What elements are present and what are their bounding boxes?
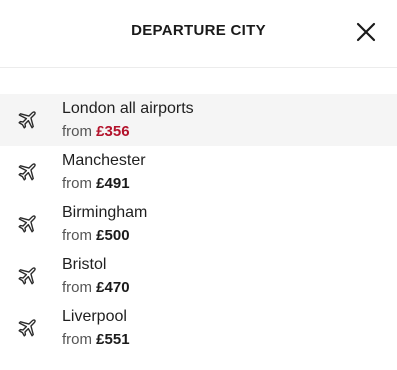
city-price: £500: [96, 227, 130, 244]
city-price: £551: [96, 331, 130, 348]
sheet-title: DEPARTURE CITY: [131, 22, 266, 39]
from-label: from: [62, 331, 92, 348]
city-name: Bristol: [62, 256, 107, 273]
city-option-birmingham[interactable]: Birmingham from £500: [0, 198, 397, 250]
airplane-icon: [16, 159, 40, 183]
city-list: London all airports from £356 Manchester…: [0, 94, 397, 354]
from-label: from: [62, 123, 92, 140]
airplane-icon: [16, 315, 40, 339]
departure-city-sheet: DEPARTURE CITY London all airports from …: [0, 0, 397, 370]
city-name: Manchester: [62, 152, 146, 169]
close-icon: [356, 22, 376, 42]
from-label: from: [62, 175, 92, 192]
city-price: £491: [96, 175, 130, 192]
from-label: from: [62, 227, 92, 244]
city-option-london[interactable]: London all airports from £356: [0, 94, 397, 146]
city-option-bristol[interactable]: Bristol from £470: [0, 250, 397, 302]
airplane-icon: [16, 211, 40, 235]
city-price-line: from £491: [62, 175, 130, 192]
city-price-line: from £551: [62, 331, 130, 348]
city-price: £356: [96, 123, 130, 140]
city-price: £470: [96, 279, 130, 296]
close-button[interactable]: [355, 21, 377, 43]
city-price-line: from £500: [62, 227, 130, 244]
city-name: Liverpool: [62, 308, 127, 325]
city-price-line: from £356: [62, 123, 130, 140]
city-name: London all airports: [62, 100, 194, 117]
city-option-liverpool[interactable]: Liverpool from £551: [0, 302, 397, 354]
airplane-icon: [16, 107, 40, 131]
city-name: Birmingham: [62, 204, 148, 221]
from-label: from: [62, 279, 92, 296]
city-option-manchester[interactable]: Manchester from £491: [0, 146, 397, 198]
airplane-icon: [16, 263, 40, 287]
sheet-header: DEPARTURE CITY: [0, 0, 397, 68]
city-price-line: from £470: [62, 279, 130, 296]
